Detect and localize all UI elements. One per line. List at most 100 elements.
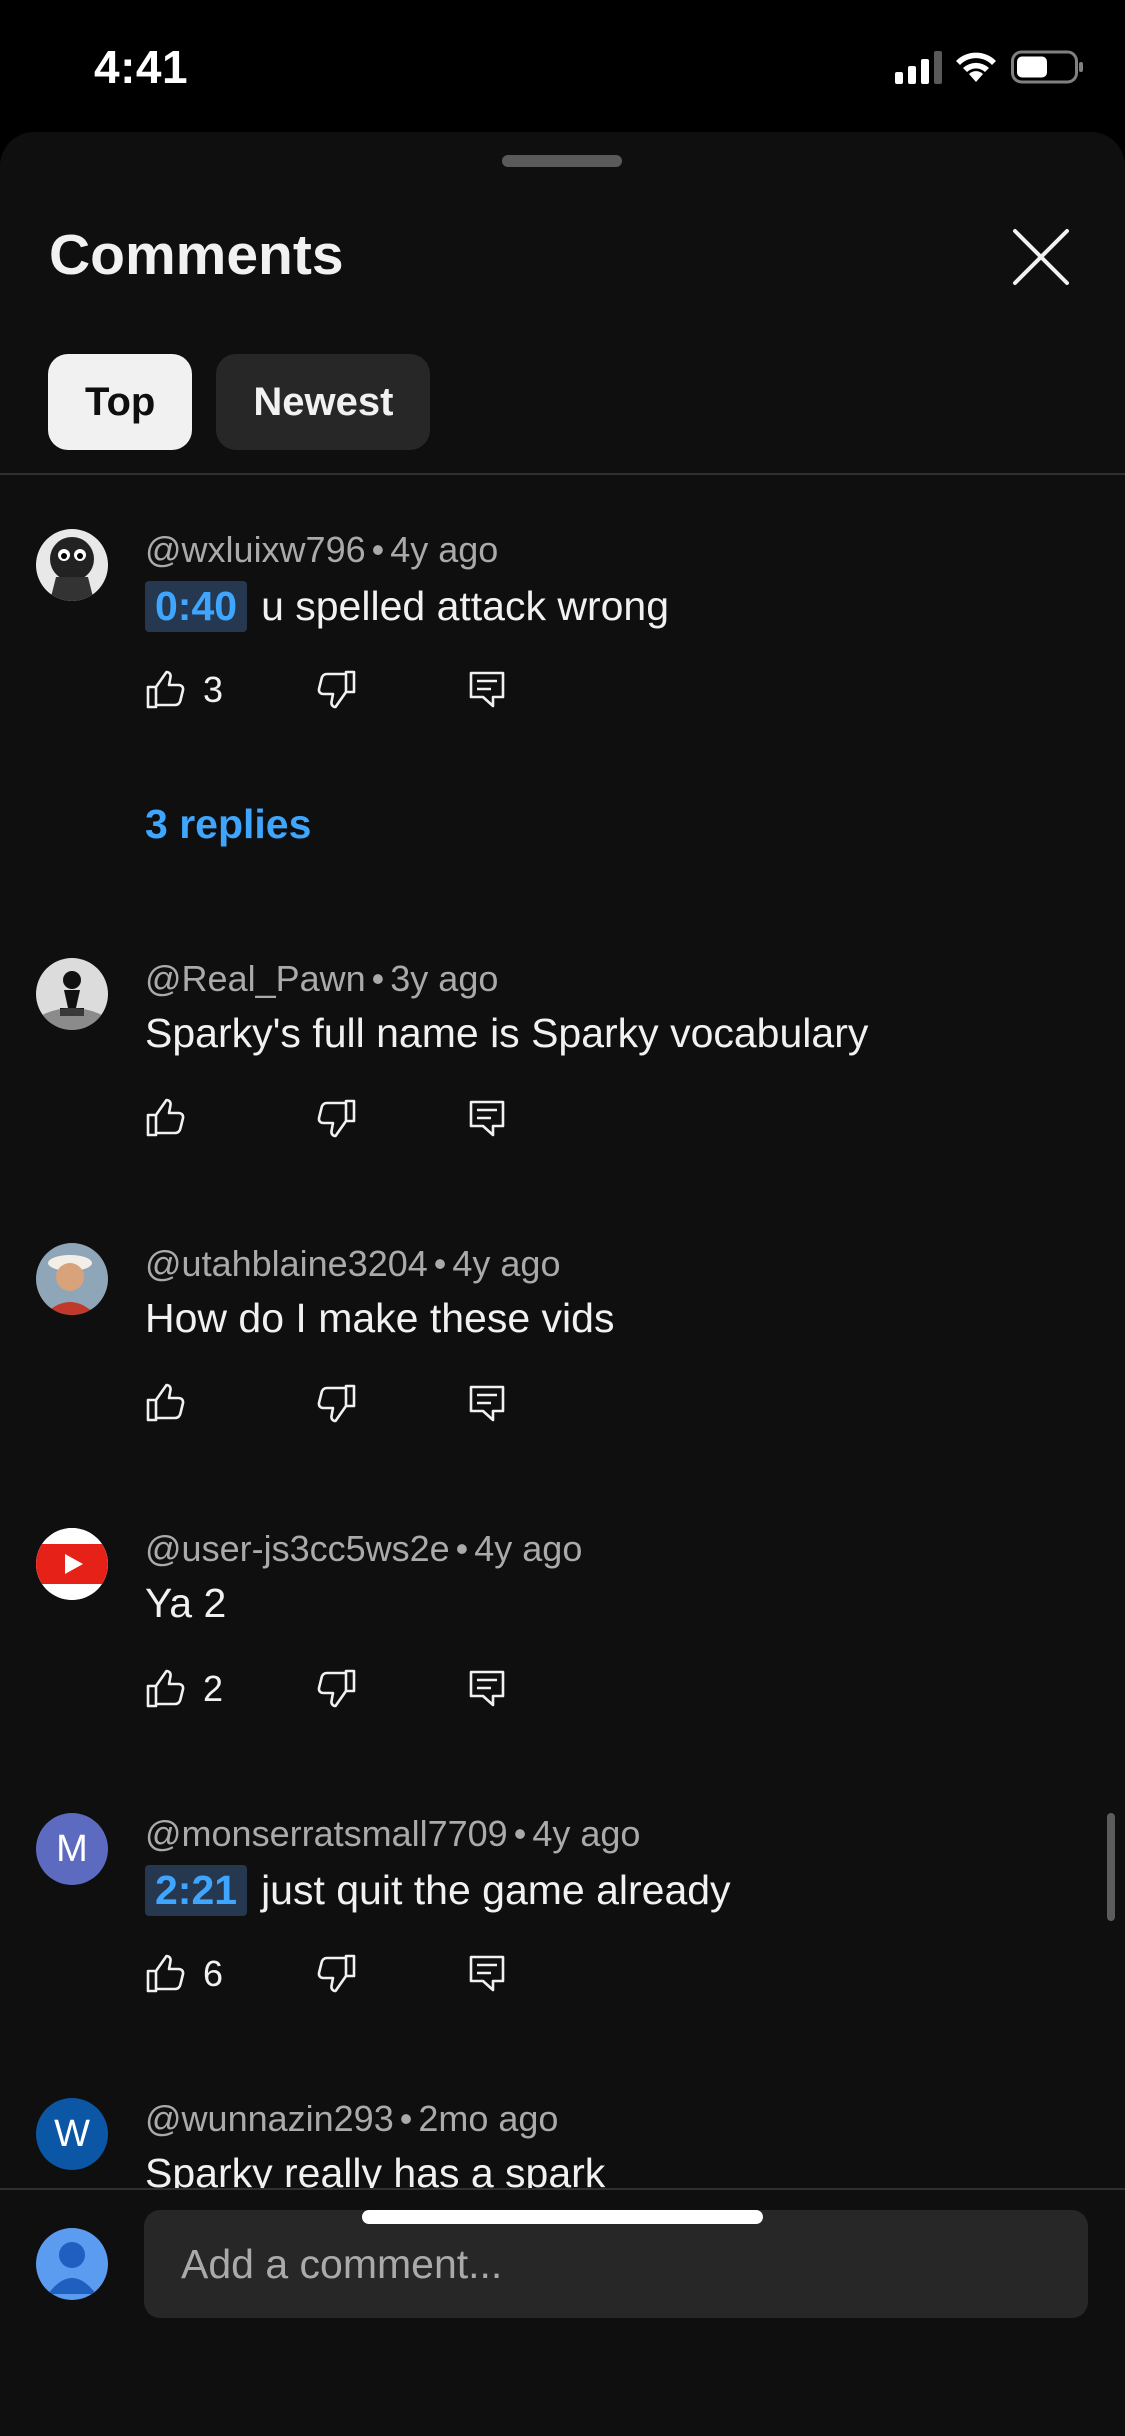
- separator-dot: •: [433, 1243, 447, 1284]
- comment-text: just quit the game already: [261, 1867, 731, 1913]
- dislike-button[interactable]: [317, 1098, 357, 1138]
- comment-timestamp-link[interactable]: 2:21: [145, 1865, 248, 1916]
- reply-button[interactable]: [467, 1668, 507, 1708]
- sheet-grabber[interactable]: [502, 155, 622, 167]
- like-count: 3: [203, 669, 224, 710]
- dislike-button[interactable]: [317, 1668, 357, 1708]
- comment-body: Sparky's full name is Sparky vocabulary: [145, 1010, 868, 1057]
- current-user-avatar[interactable]: [36, 2228, 108, 2300]
- separator-dot: •: [399, 2098, 413, 2139]
- avatar[interactable]: M: [36, 1813, 108, 1885]
- thumbs-down-icon: [317, 670, 356, 709]
- comment-body: 2:21 just quit the game already: [145, 1865, 731, 1916]
- comment-body: Ya 2: [145, 1580, 226, 1627]
- profile-photo-avatar-icon: [36, 1243, 108, 1315]
- like-button[interactable]: [145, 1383, 185, 1423]
- comment-author[interactable]: @wunnazin293: [145, 2098, 394, 2139]
- reply-button[interactable]: [467, 669, 507, 709]
- reply-button[interactable]: [467, 1098, 507, 1138]
- comment-meta: @user-js3cc5ws2e • 4y ago: [145, 1528, 582, 1570]
- comment-body: 0:40 u spelled attack wrong: [145, 581, 669, 632]
- dislike-button[interactable]: [317, 669, 357, 709]
- comment-text: How do I make these vids: [145, 1295, 615, 1341]
- reply-comment-icon: [469, 1385, 505, 1422]
- comment-meta: @utahblaine3204 • 4y ago: [145, 1243, 560, 1285]
- comment-age: 4y ago: [474, 1528, 583, 1569]
- comment-age: 4y ago: [452, 1243, 561, 1284]
- reply-comment-icon: [469, 1955, 505, 1992]
- status-bar: 4:41: [0, 0, 1125, 132]
- like-button[interactable]: 3: [145, 669, 223, 711]
- comment-age: 3y ago: [390, 958, 499, 999]
- comment-body: How do I make these vids: [145, 1295, 614, 1342]
- comment-age: 4y ago: [390, 529, 499, 570]
- comment-author[interactable]: @user-js3cc5ws2e: [145, 1528, 450, 1569]
- comment-text: Sparky really has a spark: [145, 2150, 606, 2188]
- comment-list[interactable]: @wxluixw796 • 4y ago 0:40 u spelled attack…: [0, 343, 1125, 2188]
- thumbs-down-icon: [317, 1954, 356, 1993]
- thumbs-down-icon: [317, 1384, 356, 1423]
- comment-composer: Add a comment...: [0, 2188, 1125, 2436]
- separator-dot: •: [371, 529, 385, 570]
- thumbs-down-icon: [317, 1099, 356, 1138]
- reply-button[interactable]: [467, 1953, 507, 1993]
- comment-meta: @wxluixw796 • 4y ago: [145, 529, 498, 571]
- comment-text: Sparky's full name is Sparky vocabulary: [145, 1010, 869, 1056]
- comment-age: 4y ago: [532, 1813, 641, 1854]
- comment-author[interactable]: @utahblaine3204: [145, 1243, 428, 1284]
- like-count: 6: [203, 1953, 224, 1994]
- thumbs-up-icon: [146, 670, 185, 709]
- reply-comment-icon: [469, 671, 505, 708]
- separator-dot: •: [371, 958, 385, 999]
- avatar[interactable]: [36, 529, 108, 601]
- avatar-letter: W: [54, 2112, 90, 2155]
- scrollbar-thumb[interactable]: [1107, 1813, 1115, 1921]
- comment-text: Ya 2: [145, 1580, 227, 1626]
- comment-age: 2mo ago: [418, 2098, 559, 2139]
- comment-text: u spelled attack wrong: [261, 583, 670, 629]
- like-button[interactable]: [145, 1098, 185, 1138]
- separator-dot: •: [455, 1528, 469, 1569]
- like-count: 2: [203, 1668, 224, 1709]
- comment-body: Sparky really has a spark: [145, 2150, 605, 2188]
- cellular-signal-icon: [895, 51, 942, 84]
- battery-icon: [1011, 50, 1083, 84]
- dislike-button[interactable]: [317, 1383, 357, 1423]
- like-button[interactable]: 2: [145, 1668, 223, 1710]
- thumbs-down-icon: [317, 1669, 356, 1708]
- default-user-icon: [48, 2242, 96, 2294]
- cartoon-character-avatar-icon: [36, 529, 108, 601]
- close-icon: [1013, 229, 1069, 285]
- avatar[interactable]: [36, 958, 108, 1030]
- avatar-letter: M: [56, 1827, 88, 1870]
- comment-timestamp-link[interactable]: 0:40: [145, 581, 248, 632]
- avatar[interactable]: [36, 1243, 108, 1315]
- reply-comment-icon: [469, 1100, 505, 1137]
- status-time: 4:41: [94, 41, 189, 93]
- thumbs-up-icon: [146, 1383, 185, 1422]
- reply-comment-icon: [469, 1670, 505, 1707]
- comment-author[interactable]: @Real_Pawn: [145, 958, 366, 999]
- play-logo-avatar-icon: [36, 1528, 108, 1600]
- reply-button[interactable]: [467, 1383, 507, 1423]
- comment-meta: @Real_Pawn • 3y ago: [145, 958, 498, 1000]
- comment-meta: @monserratsmall7709 • 4y ago: [145, 1813, 640, 1855]
- like-button[interactable]: 6: [145, 1953, 223, 1995]
- close-button[interactable]: [1004, 220, 1078, 294]
- chess-pawn-avatar-icon: [36, 958, 108, 1030]
- comment-author[interactable]: @wxluixw796: [145, 529, 366, 570]
- avatar[interactable]: [36, 1528, 108, 1600]
- home-indicator[interactable]: [362, 2210, 763, 2224]
- wifi-icon: [956, 52, 996, 82]
- avatar[interactable]: W: [36, 2098, 108, 2170]
- sheet-title: Comments: [49, 223, 344, 287]
- view-replies-button[interactable]: 3 replies: [145, 801, 311, 848]
- add-comment-input[interactable]: Add a comment...: [144, 2210, 1088, 2318]
- separator-dot: •: [513, 1813, 527, 1854]
- dislike-button[interactable]: [317, 1953, 357, 1993]
- comment-meta: @wunnazin293 • 2mo ago: [145, 2098, 558, 2140]
- thumbs-up-icon: [146, 1669, 185, 1708]
- thumbs-up-icon: [146, 1098, 185, 1137]
- comment-author[interactable]: @monserratsmall7709: [145, 1813, 508, 1854]
- thumbs-up-icon: [146, 1954, 185, 1993]
